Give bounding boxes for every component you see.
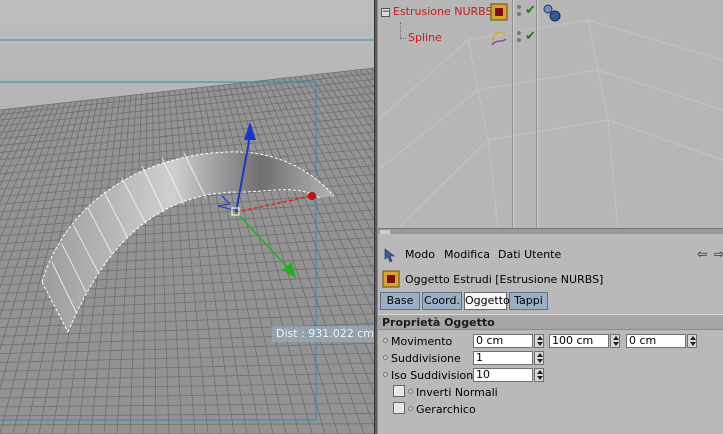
menu-dati-utente[interactable]: Dati Utente [498, 248, 561, 261]
gerarchico-checkbox[interactable] [393, 402, 405, 414]
collapse-toggle[interactable]: − [381, 8, 390, 17]
section-header: Proprietà Oggetto [378, 314, 723, 330]
property-label: Gerarchico [416, 403, 476, 416]
horizontal-scrollbar[interactable] [378, 228, 723, 234]
animation-bullet-icon[interactable] [383, 372, 388, 377]
movimento-x-field[interactable]: 0 cm [473, 334, 533, 348]
enabled-check-icon[interactable]: ✔ [525, 3, 536, 18]
forward-arrow-icon[interactable]: ⇨ [711, 247, 723, 261]
property-label: Movimento [391, 335, 453, 348]
property-label: Inverti Normali [416, 386, 498, 399]
suddivisione-field[interactable]: 1 [473, 351, 533, 365]
attribute-object-title: Oggetto Estrudi [Estrusione NURBS] [405, 273, 604, 286]
menu-modifica[interactable]: Modifica [444, 248, 490, 261]
suddivisione-stepper[interactable] [534, 351, 544, 365]
right-panel: − Estrusione NURBS ✔ Spline ✔ Modo Modif… [378, 0, 723, 434]
phong-tag-icon[interactable] [542, 3, 562, 23]
iso-suddivisione-field[interactable]: 10 [473, 368, 533, 382]
property-suddivisione: Suddivisione 1 [378, 350, 723, 367]
distance-readout: Dist : 931.022 cm [272, 326, 374, 342]
animation-bullet-icon[interactable] [408, 389, 413, 394]
property-label: Suddivisione [391, 352, 461, 365]
tab-coord[interactable]: Coord. [422, 292, 462, 310]
object-name[interactable]: Estrusione NURBS [393, 5, 493, 18]
scrollbar-thumb[interactable] [380, 230, 390, 234]
attribute-manager-menubar: Modo Modifica Dati Utente ⇦ ⇨ [378, 245, 723, 265]
visibility-dots[interactable] [517, 31, 521, 45]
inverti-normali-checkbox[interactable] [393, 385, 405, 397]
movimento-z-field[interactable]: 0 cm [626, 334, 686, 348]
movimento-x-stepper[interactable] [534, 334, 544, 348]
menu-modo[interactable]: Modo [405, 248, 435, 261]
attribute-object-header: Oggetto Estrudi [Estrusione NURBS] [378, 268, 723, 290]
extrude-nurbs-icon [382, 270, 400, 288]
3d-viewport[interactable]: Dist : 931.022 cm [0, 0, 374, 434]
property-iso-suddivisione: Iso Suddivisione 10 [378, 367, 723, 384]
object-name[interactable]: Spline [408, 31, 442, 44]
tab-oggetto[interactable]: Oggetto [464, 292, 510, 310]
tab-base[interactable]: Base [380, 292, 420, 310]
object-row-estrusione-nurbs[interactable]: − Estrusione NURBS ✔ [378, 2, 723, 22]
animation-bullet-icon[interactable] [383, 355, 388, 360]
spline-icon [491, 31, 507, 46]
property-movimento: Movimento 0 cm 100 cm 0 cm [378, 333, 723, 350]
movimento-y-stepper[interactable] [610, 334, 620, 348]
enabled-check-icon[interactable]: ✔ [525, 29, 536, 44]
property-inverti-normali: Inverti Normali [378, 384, 723, 401]
animation-bullet-icon[interactable] [408, 406, 413, 411]
viewport-scene[interactable] [0, 0, 374, 434]
visibility-dots[interactable] [517, 5, 521, 19]
animation-bullet-icon[interactable] [383, 338, 388, 343]
property-label: Iso Suddivisione [391, 369, 480, 382]
tab-tappi[interactable]: Tappi [509, 292, 548, 310]
movimento-y-field[interactable]: 100 cm [549, 334, 609, 348]
object-manager[interactable]: − Estrusione NURBS ✔ Spline ✔ [378, 0, 723, 234]
pick-arrow-icon[interactable] [382, 247, 398, 263]
extrude-nurbs-icon [490, 3, 508, 21]
movimento-z-stepper[interactable] [687, 334, 697, 348]
iso-suddivisione-stepper[interactable] [534, 368, 544, 382]
section-title: Proprietà Oggetto [382, 316, 495, 329]
back-arrow-icon[interactable]: ⇦ [694, 247, 710, 261]
property-gerarchico: Gerarchico [378, 401, 723, 418]
object-row-spline[interactable]: Spline ✔ [378, 28, 723, 48]
